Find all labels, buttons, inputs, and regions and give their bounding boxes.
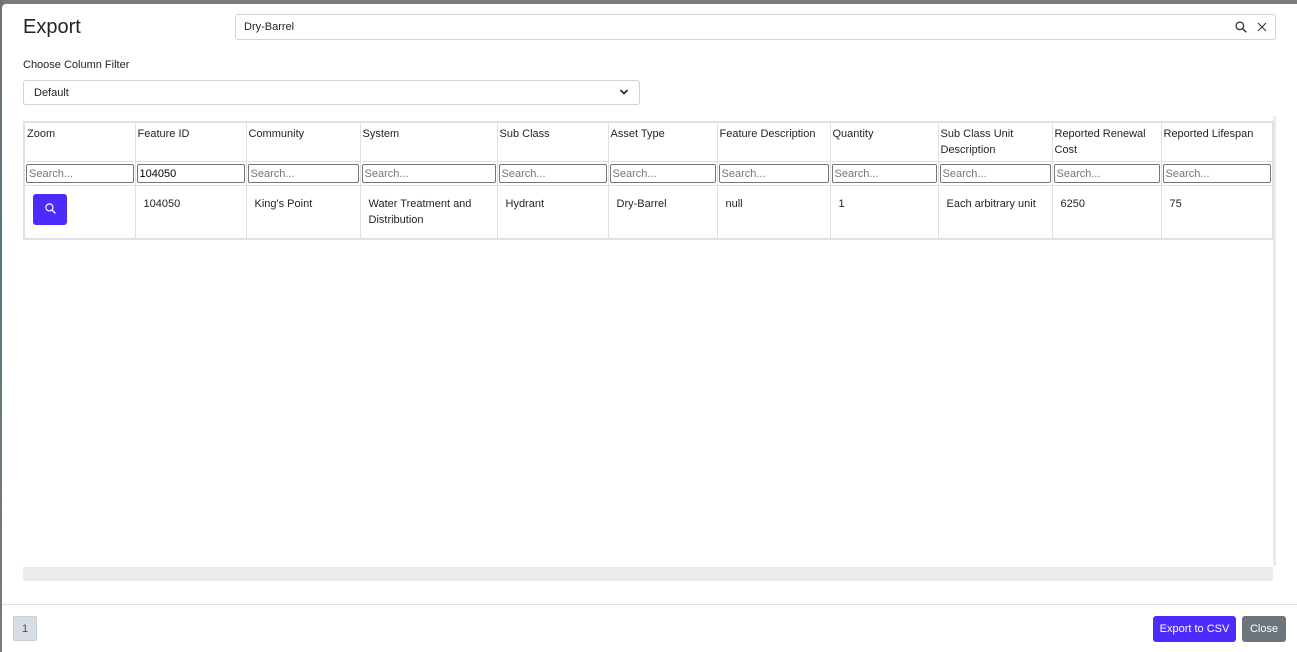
filter-input-sub-class-unit-description[interactable] <box>939 164 1051 183</box>
filter-input-reported-renewal-cost[interactable] <box>1053 164 1160 183</box>
filter-input-asset-type[interactable] <box>609 164 716 183</box>
cell-zoom <box>23 185 136 240</box>
cell-feature-description: null <box>716 185 831 240</box>
search-icon[interactable] <box>1233 19 1249 35</box>
cell-community: King's Point <box>245 185 361 240</box>
header-row: Zoom Feature ID Community System Sub Cla… <box>23 121 1274 162</box>
cell-feature-id: 104050 <box>134 185 247 240</box>
column-header-system[interactable]: System <box>359 121 498 162</box>
cell-system: Water Treatment and Distribution <box>359 185 498 240</box>
horizontal-scrollbar[interactable] <box>23 567 1273 581</box>
column-header-asset-type[interactable]: Asset Type <box>607 121 718 162</box>
column-header-reported-lifespan[interactable]: Reported Lifespan <box>1160 121 1274 162</box>
cell-sub-class: Hydrant <box>496 185 609 240</box>
cell-sub-class-unit-description: Each arbitrary unit <box>937 185 1053 240</box>
table-scroll-container[interactable]: Zoom Feature ID Community System Sub Cla… <box>23 116 1276 566</box>
filter-input-feature-id[interactable] <box>136 164 245 183</box>
cell-asset-type: Dry-Barrel <box>607 185 718 240</box>
filter-input-quantity[interactable] <box>831 164 937 183</box>
filter-input-zoom[interactable] <box>26 164 134 183</box>
export-to-csv-button[interactable]: Export to CSV <box>1153 616 1236 642</box>
cell-reported-lifespan: 75 <box>1160 185 1274 240</box>
column-header-feature-description[interactable]: Feature Description <box>716 121 831 162</box>
cell-quantity: 1 <box>829 185 939 240</box>
global-search-box <box>235 14 1276 40</box>
global-search-input[interactable] <box>236 15 1216 39</box>
cell-reported-renewal-cost: 6250 <box>1051 185 1162 240</box>
modal-title: Export <box>23 16 81 38</box>
table-row: 104050 King's Point Water Treatment and … <box>23 185 1274 240</box>
export-modal: Export Choose Column Filter Default Zoom <box>2 4 1297 652</box>
filter-input-system[interactable] <box>361 164 496 183</box>
filter-input-sub-class[interactable] <box>498 164 607 183</box>
zoom-to-feature-button[interactable] <box>33 194 67 225</box>
filter-input-community[interactable] <box>247 164 359 183</box>
column-filter-selected: Default <box>34 86 69 99</box>
column-filter-select[interactable]: Default <box>23 80 640 105</box>
column-header-sub-class-unit-description[interactable]: Sub Class Unit Description <box>937 121 1053 162</box>
footer-divider <box>2 604 1297 605</box>
filter-input-reported-lifespan[interactable] <box>1162 164 1271 183</box>
filter-row <box>23 161 1274 186</box>
chevron-down-icon <box>619 87 629 99</box>
close-icon[interactable] <box>1254 19 1270 35</box>
pagination-page-1[interactable]: 1 <box>13 616 37 641</box>
column-header-feature-id[interactable]: Feature ID <box>134 121 247 162</box>
filter-input-feature-description[interactable] <box>718 164 829 183</box>
search-icon <box>44 202 57 218</box>
column-header-sub-class[interactable]: Sub Class <box>496 121 609 162</box>
column-header-quantity[interactable]: Quantity <box>829 121 939 162</box>
export-table: Zoom Feature ID Community System Sub Cla… <box>23 121 1274 240</box>
column-header-community[interactable]: Community <box>245 121 361 162</box>
column-filter-label: Choose Column Filter <box>23 59 130 71</box>
column-header-zoom[interactable]: Zoom <box>23 121 136 162</box>
close-button[interactable]: Close <box>1242 616 1286 642</box>
column-header-reported-renewal-cost[interactable]: Reported Renewal Cost <box>1051 121 1162 162</box>
